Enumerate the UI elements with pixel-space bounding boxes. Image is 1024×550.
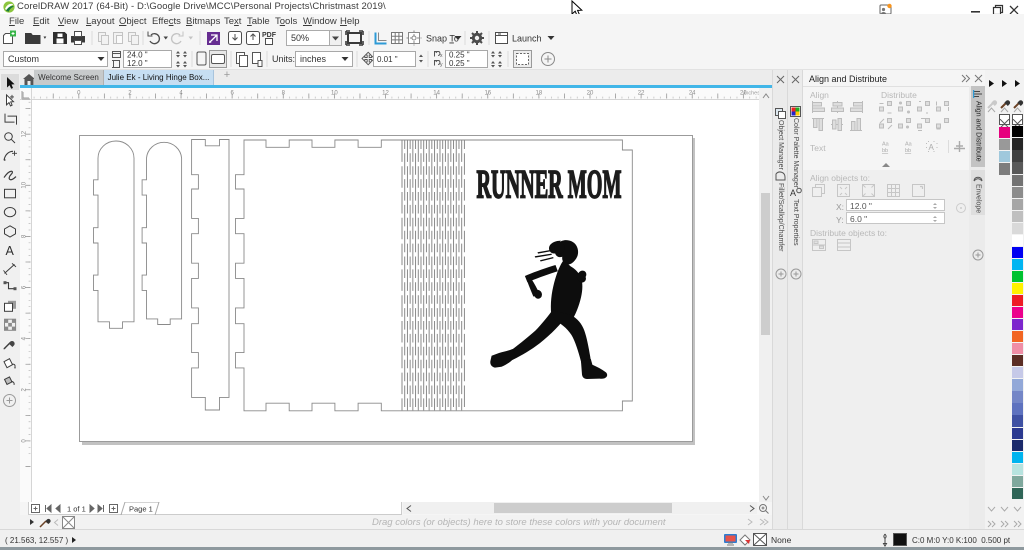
svg-text:inches: inches: [300, 54, 327, 64]
svg-text:10: 10: [331, 90, 338, 96]
svg-text:8: 8: [22, 234, 28, 238]
svg-text:6: 6: [22, 285, 28, 289]
svg-text:14: 14: [433, 90, 440, 96]
svg-text:20: 20: [587, 90, 594, 96]
svg-text:A: A: [790, 188, 796, 198]
svg-text:A: A: [6, 244, 15, 258]
svg-text:A: A: [929, 143, 935, 152]
svg-text:Snap To: Snap To: [426, 34, 459, 44]
svg-text:RUNNER MOM: RUNNER MOM: [477, 162, 622, 207]
svg-text:22: 22: [638, 90, 645, 96]
svg-text:PDF: PDF: [262, 32, 277, 39]
svg-text:12: 12: [382, 90, 389, 96]
svg-text:1 of 1: 1 of 1: [67, 505, 86, 514]
svg-text:2: 2: [22, 387, 28, 391]
svg-text:16: 16: [484, 90, 491, 96]
svg-text:Aa: Aa: [905, 142, 913, 148]
svg-text:0.25 ": 0.25 ": [449, 59, 470, 68]
svg-text:0: 0: [77, 90, 81, 96]
svg-text:y: y: [440, 62, 443, 68]
svg-text:Launch: Launch: [512, 34, 542, 44]
svg-text:8: 8: [282, 90, 286, 96]
svg-text:4: 4: [22, 336, 28, 340]
svg-text:x: x: [440, 53, 443, 59]
svg-text:50%: 50%: [291, 33, 309, 43]
svg-text:4: 4: [179, 90, 183, 96]
svg-text:12: 12: [22, 130, 28, 137]
svg-text:Custom: Custom: [8, 54, 39, 64]
svg-text:24: 24: [689, 90, 696, 96]
svg-text:12.0 ": 12.0 ": [127, 59, 148, 68]
svg-text:bb: bb: [905, 148, 911, 154]
svg-text:2: 2: [128, 90, 132, 96]
svg-text:bb: bb: [882, 148, 888, 154]
svg-text:Aa: Aa: [882, 142, 890, 148]
svg-text:0.01 ": 0.01 ": [377, 55, 398, 64]
svg-text:10: 10: [22, 181, 28, 188]
svg-text:0: 0: [22, 439, 28, 443]
svg-text:Page 1: Page 1: [129, 505, 153, 514]
svg-text:Units:: Units:: [272, 54, 295, 64]
svg-text:18: 18: [536, 90, 543, 96]
svg-text:inches: inches: [744, 90, 759, 96]
svg-text:6: 6: [231, 90, 235, 96]
